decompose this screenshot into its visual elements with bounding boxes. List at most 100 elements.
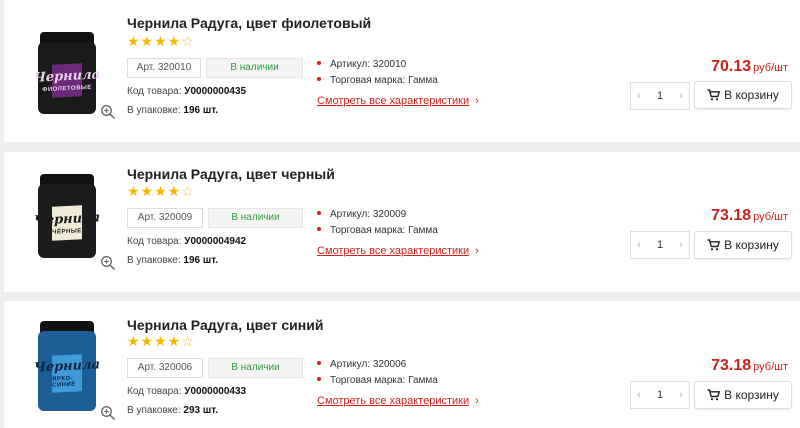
pack-label: В упаковке: [127,105,181,116]
all-specs-link[interactable]: Смотреть все характеристики › [317,395,479,407]
rating-stars: ★★★★☆ [127,183,195,200]
jar-label-text: Чернила [33,66,101,86]
attribute-article-text: Артикул: 320006 [330,359,407,370]
attribute-brand-text: Торговая марка: Гамма [330,375,438,386]
product-image[interactable]: Чернила ЯРКО-СИНИЕ [26,319,108,411]
chevron-right-icon: › [475,395,479,407]
quantity-value[interactable]: 1 [647,83,673,109]
add-to-cart-button[interactable]: В корзину [694,81,792,109]
all-specs-link-text: Смотреть все характеристики [317,95,470,107]
bullet-icon [317,211,321,216]
product-code-value: У0000004942 [184,236,247,247]
quantity-stepper[interactable]: ‹ 1 › [630,231,690,259]
attribute-article: Артикул: 320009 [317,207,438,223]
pack-value: 196 шт. [183,255,219,266]
bullet-icon [317,361,321,366]
cart-icon [707,239,721,251]
attribute-brand: Торговая марка: Гамма [317,73,438,89]
attribute-article: Артикул: 320006 [317,357,438,373]
price: 73.18 руб/шт [711,207,788,225]
product-image[interactable]: Чернила ЧЁРНЫЕ [26,169,108,259]
increase-button[interactable]: › [673,83,689,109]
add-to-cart-label: В корзину [724,238,779,252]
product-code: Код товара: У0000000435 [127,86,246,97]
pack-quantity: В упаковке: 293 шт. [127,405,218,416]
price-value: 70.13 [711,58,752,75]
quantity-stepper[interactable]: ‹ 1 › [630,82,690,110]
attribute-brand: Торговая марка: Гамма [317,223,438,239]
attribute-brand-text: Торговая марка: Гамма [330,225,438,236]
product-title[interactable]: Чернила Радуга, цвет черный [127,166,335,182]
add-to-cart-button[interactable]: В корзину [694,381,792,409]
price-value: 73.18 [711,357,752,374]
availability-badge: В наличии [206,58,303,78]
star-icons-filled: ★★★★ [127,183,182,199]
rating-stars: ★★★★☆ [127,333,195,350]
zoom-in-icon[interactable] [100,255,116,271]
decrease-button[interactable]: ‹ [631,232,647,258]
product-image[interactable]: Чернила ФИОЛЕТОВЫЕ [26,26,108,116]
chevron-right-icon: › [475,95,479,107]
pack-quantity: В упаковке: 196 шт. [127,105,218,116]
product-code-label: Код товара: [127,236,182,247]
quantity-stepper[interactable]: ‹ 1 › [630,381,690,409]
cart-icon [707,89,721,101]
quantity-value[interactable]: 1 [647,232,673,258]
star-icon-empty: ☆ [181,333,195,349]
increase-button[interactable]: › [673,232,689,258]
price-unit: руб/шт [753,361,788,373]
attribute-article-text: Артикул: 320010 [330,59,407,70]
pack-value: 293 шт. [183,405,219,416]
jar-body: Чернила ЯРКО-СИНИЕ [34,331,100,411]
pack-quantity: В упаковке: 196 шт. [127,255,218,266]
all-specs-link-text: Смотреть все характеристики [317,245,470,257]
product-code-label: Код товара: [127,386,182,397]
attribute-list: Артикул: 320010 Торговая марка: Гамма [317,57,438,89]
product-code-label: Код товара: [127,86,182,97]
jar-label-sub: ЧЁРНЫЕ [52,227,82,236]
product-code-value: У0000000433 [184,386,247,397]
product-code: Код товара: У0000000433 [127,386,246,397]
product-card: Чернила ЧЁРНЫЕ Чернила Радуга, цвет черн… [4,152,800,292]
product-title[interactable]: Чернила Радуга, цвет синий [127,317,323,333]
price-value: 73.18 [711,207,752,224]
availability-badge: В наличии [208,358,303,378]
all-specs-link-text: Смотреть все характеристики [317,395,470,407]
star-icon-empty: ☆ [181,183,195,199]
bullet-icon [317,227,321,232]
product-code: Код товара: У0000004942 [127,236,246,247]
zoom-in-icon[interactable] [100,405,116,421]
zoom-in-icon[interactable] [100,104,116,120]
decrease-button[interactable]: ‹ [631,382,647,408]
jar-label-text: Чернила [33,209,101,229]
star-icon-empty: ☆ [181,33,195,49]
pack-label: В упаковке: [127,405,181,416]
attribute-article: Артикул: 320010 [317,57,438,73]
decrease-button[interactable]: ‹ [631,83,647,109]
product-card: Чернила ЯРКО-СИНИЕ Чернила Радуга, цвет … [4,301,800,428]
article-box: Арт. 320010 [127,58,201,78]
star-icons-filled: ★★★★ [127,333,182,349]
price: 70.13 руб/шт [711,58,788,76]
price: 73.18 руб/шт [711,357,788,375]
cart-icon [707,389,721,401]
availability-badge: В наличии [208,208,303,228]
article-box: Арт. 320006 [127,358,203,378]
increase-button[interactable]: › [673,382,689,408]
add-to-cart-button[interactable]: В корзину [694,231,792,259]
all-specs-link[interactable]: Смотреть все характеристики › [317,95,479,107]
jar-body: Чернила ФИОЛЕТОВЫЕ [34,42,100,114]
article-box: Арт. 320009 [127,208,203,228]
attribute-list: Артикул: 320006 Торговая марка: Гамма [317,357,438,389]
product-title[interactable]: Чернила Радуга, цвет фиолетовый [127,15,371,31]
attribute-brand-text: Торговая марка: Гамма [330,75,438,86]
attribute-list: Артикул: 320009 Торговая марка: Гамма [317,207,438,239]
bullet-icon [317,61,321,66]
jar-body: Чернила ЧЁРНЫЕ [34,184,100,258]
quantity-value[interactable]: 1 [647,382,673,408]
pack-value: 196 шт. [183,105,219,116]
all-specs-link[interactable]: Смотреть все характеристики › [317,245,479,257]
jar-label-text: Чернила [33,357,101,376]
product-code-value: У0000000435 [184,86,247,97]
jar-label: Чернила ЧЁРНЫЕ [34,205,100,242]
